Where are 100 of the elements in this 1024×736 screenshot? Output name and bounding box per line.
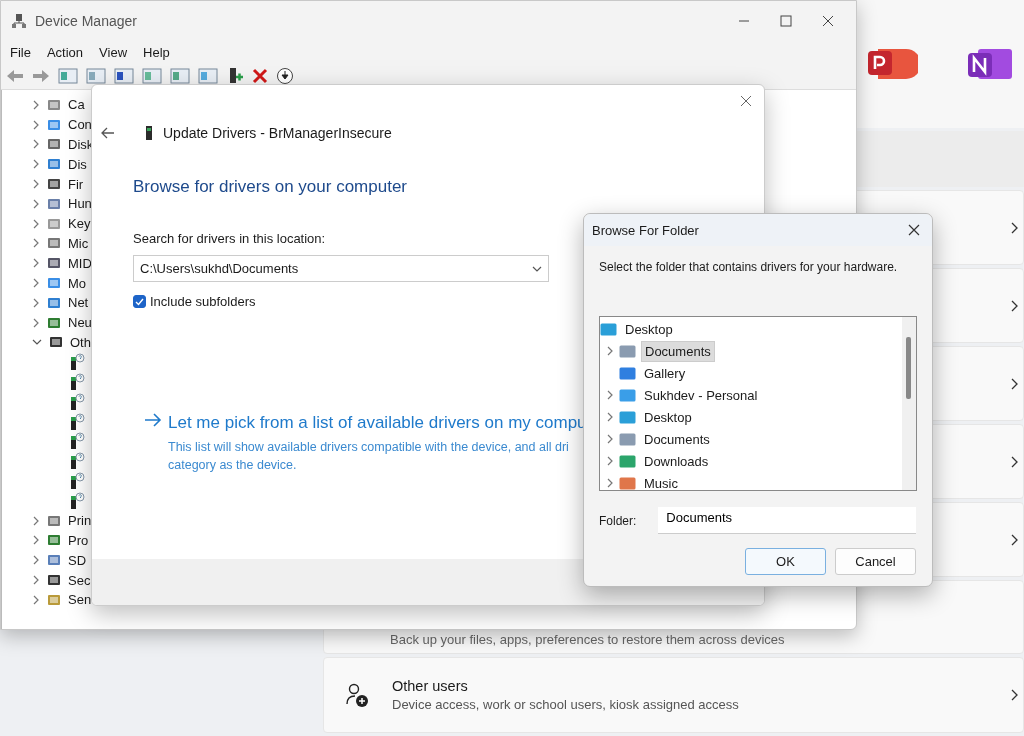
tree-item[interactable]: Prin: [68, 513, 92, 529]
card-title: Other users: [392, 678, 469, 694]
chevron-right-icon: [32, 218, 40, 229]
chevron-right-icon: [606, 389, 614, 400]
checkbox[interactable]: [133, 295, 146, 308]
tree-item[interactable]: Mic: [68, 235, 89, 251]
chevron-right-icon: [1011, 221, 1019, 234]
tree-item[interactable]: Neu: [68, 315, 92, 331]
chevron-right-icon: [32, 258, 40, 269]
chevron-right-icon: [606, 345, 614, 356]
tree-item[interactable]: Fir: [68, 176, 84, 192]
folder-item[interactable]: Music: [641, 473, 681, 490]
menu-item[interactable]: View: [99, 44, 128, 60]
presentation-app-icon[interactable]: [868, 47, 918, 81]
tree-item[interactable]: Sec: [68, 572, 91, 588]
chevron-right-icon: [606, 433, 614, 444]
tree-item[interactable]: Ca: [68, 97, 85, 113]
chevron-right-icon: [32, 278, 40, 289]
tree-item[interactable]: MID: [68, 255, 92, 271]
folder-input-field[interactable]: Documents: [658, 507, 917, 534]
unknown-device-icon[interactable]: [68, 472, 86, 491]
tree-item[interactable]: Mo: [68, 275, 87, 291]
computer-network-icon: [11, 13, 27, 29]
chevron-right-icon: [32, 515, 40, 526]
forward-arrow-icon[interactable]: [32, 69, 50, 83]
close-icon[interactable]: [908, 224, 920, 236]
chevron-right-icon: [1011, 455, 1019, 468]
tree-item[interactable]: Dis: [68, 156, 87, 172]
maximize-icon[interactable]: [780, 15, 792, 27]
folder-item[interactable]: Desktop: [641, 407, 695, 427]
unknown-device-icon[interactable]: [68, 491, 86, 510]
download-circle-icon[interactable]: [276, 67, 294, 85]
folder-item[interactable]: Sukhdev - Personal: [641, 385, 761, 405]
unknown-device-icon[interactable]: [68, 353, 86, 372]
chevron-right-icon: [32, 238, 40, 249]
folder-icon: [600, 321, 617, 337]
field-label: Folder:: [599, 513, 637, 528]
chevron-down-icon: [32, 338, 42, 347]
checkbox-label[interactable]: Include subfolders: [150, 294, 256, 309]
settings-card[interactable]: Other users Device access, work or school users, kiosk assigned access: [323, 657, 1024, 733]
unknown-device-icon[interactable]: [68, 412, 86, 431]
unknown-device-icon[interactable]: [68, 452, 86, 471]
tree-item[interactable]: Oth: [70, 334, 91, 350]
chevron-right-icon: [1011, 299, 1019, 312]
cancel-button[interactable]: Cancel: [835, 548, 916, 575]
folder-item[interactable]: Downloads: [641, 451, 712, 471]
uninstall-x-icon[interactable]: [252, 68, 268, 84]
folder-item[interactable]: Documents: [641, 429, 713, 449]
chevron-down-icon: [532, 264, 542, 273]
dialog-title: Browse For Folder: [592, 222, 699, 238]
field-label: Search for drivers in this location:: [133, 231, 327, 246]
folder-icon: [619, 453, 636, 469]
toolbar-window-icon[interactable]: [170, 67, 190, 85]
chevron-right-icon: [1011, 689, 1019, 701]
menu-item[interactable]: File: [10, 44, 31, 60]
folder-item[interactable]: Gallery: [641, 363, 689, 383]
unknown-device-icon[interactable]: [68, 392, 86, 411]
tree-item[interactable]: Pro: [68, 532, 89, 548]
chevron-right-icon: [606, 411, 614, 422]
tree-item[interactable]: SD: [68, 552, 87, 568]
folder-item[interactable]: Desktop: [622, 319, 676, 339]
close-icon[interactable]: [740, 95, 752, 107]
folder-icon: [619, 343, 636, 359]
card-description: Device access, work or school users, kiosk assigned access: [392, 697, 740, 712]
folder-icon: [619, 387, 636, 403]
chevron-right-icon: [32, 139, 40, 150]
chevron-right-icon: [606, 477, 614, 488]
chevron-right-icon: [32, 119, 40, 130]
chevron-right-icon: [606, 455, 614, 466]
unknown-device-icon[interactable]: [68, 373, 86, 392]
chevron-right-icon: [32, 198, 40, 209]
tree-item[interactable]: Net: [68, 295, 89, 311]
chevron-right-icon: [32, 535, 40, 546]
notebook-app-icon[interactable]: [968, 47, 1014, 81]
arrow-right-icon: [144, 413, 162, 427]
chevron-right-icon: [32, 594, 40, 605]
chevron-right-icon: [32, 297, 40, 308]
folder-tree[interactable]: Desktop Documents Gallery Sukhdev - Personal Desktop Documents Downloads Music: [599, 316, 917, 491]
toolbar-window-icon[interactable]: [114, 67, 134, 85]
ok-button[interactable]: OK: [745, 548, 826, 575]
close-icon[interactable]: [822, 15, 834, 27]
tree-item[interactable]: Con: [68, 117, 92, 133]
location-combo-box[interactable]: C:\Users\sukhd\Documents: [133, 255, 549, 282]
add-user-icon: [344, 682, 370, 708]
menu-item[interactable]: Action: [46, 44, 84, 60]
dialog-title: Update Drivers - BrManagerInsecure: [163, 125, 392, 141]
window-title: Device Manager: [35, 13, 138, 29]
folder-icon: [619, 409, 636, 425]
unknown-device-icon[interactable]: [68, 432, 86, 451]
folder-item[interactable]: Documents: [641, 340, 715, 362]
tree-item[interactable]: Hun: [68, 196, 92, 212]
menu-item[interactable]: Help: [143, 44, 170, 60]
folder-icon: [619, 431, 636, 447]
back-arrow-icon[interactable]: [101, 127, 115, 139]
chevron-right-icon: [32, 575, 40, 585]
device-icon: [46, 572, 62, 588]
chevron-right-icon: [32, 317, 40, 328]
tree-item[interactable]: Key: [68, 216, 91, 232]
page-heading: Browse for drivers on your computer: [133, 177, 408, 197]
tree-item[interactable]: Sen: [68, 592, 92, 608]
